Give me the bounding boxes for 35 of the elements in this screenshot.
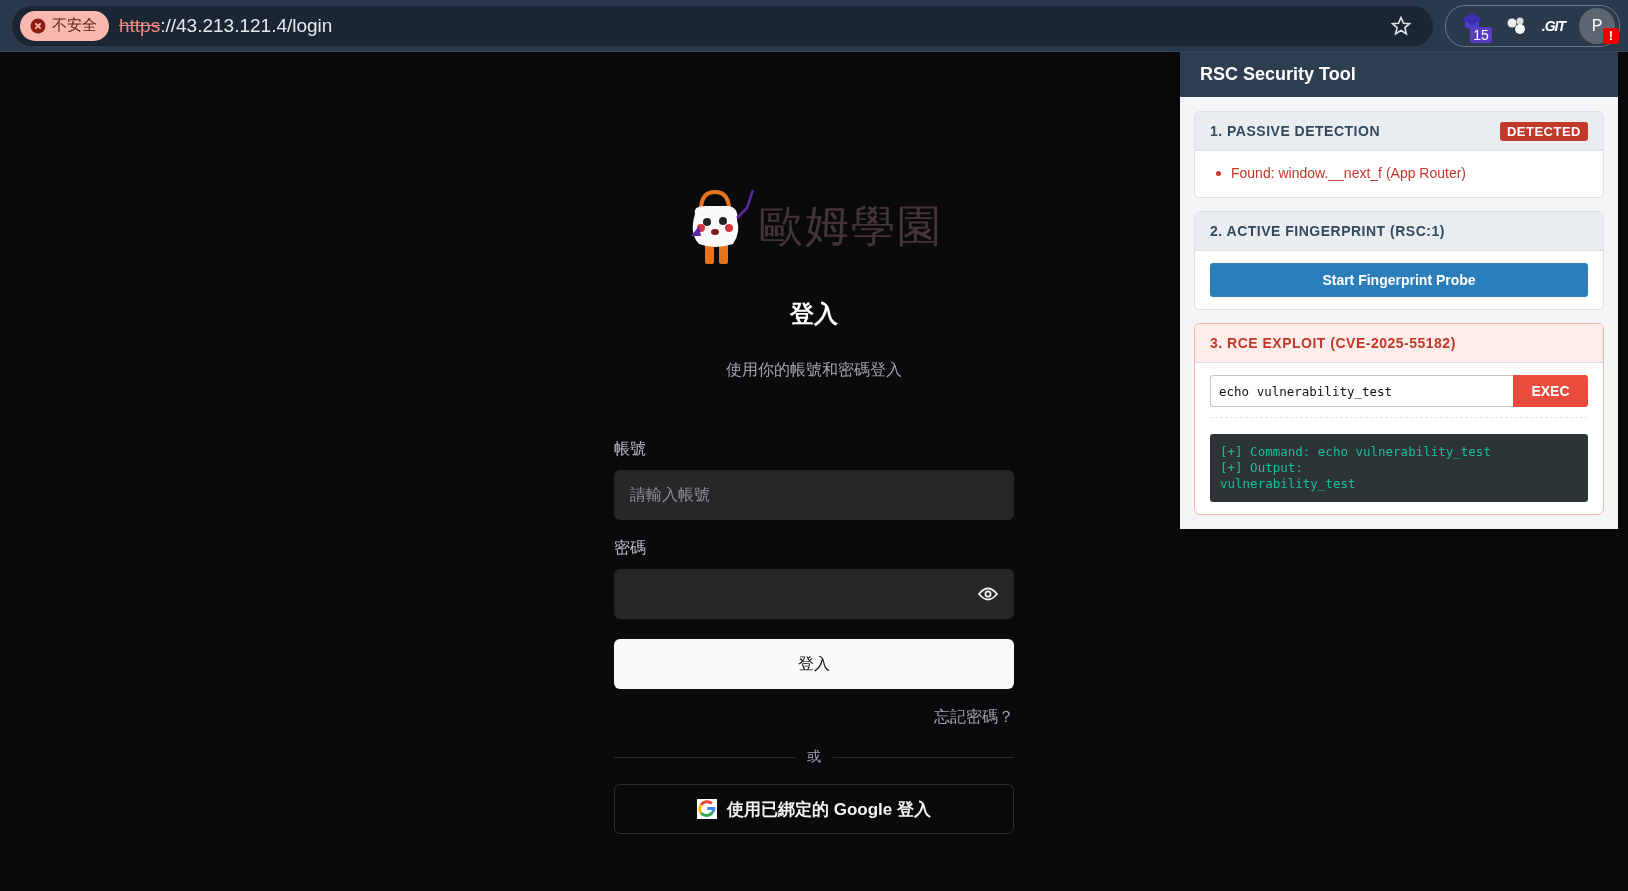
- finding-text: Found: window.__next_f (App Router): [1231, 165, 1467, 181]
- field-label: 帳號: [614, 439, 647, 459]
- status-badge: DETECTED: [1499, 121, 1588, 141]
- alert-badge: !: [1603, 27, 1619, 44]
- logo-text: 歐姆學園: [759, 199, 943, 252]
- google-icon: [697, 799, 717, 819]
- extension-button[interactable]: 15: [1457, 10, 1492, 41]
- security-chip[interactable]: 不安全: [20, 10, 109, 41]
- eye-icon[interactable]: [978, 587, 998, 601]
- bubbles-icon[interactable]: [1505, 15, 1528, 36]
- password-field[interactable]: [614, 569, 1014, 619]
- section-heading: 2. ACTIVE FINGERPRINT (RSC:1): [1210, 223, 1445, 239]
- login-button[interactable]: 登入: [614, 639, 1014, 689]
- command-field[interactable]: echo vulnerability_test: [1210, 375, 1513, 407]
- forgot-password-link[interactable]: 忘記密碼？: [934, 707, 1014, 728]
- output-line: vulnerability_test: [1220, 476, 1357, 492]
- probe-button[interactable]: Start Fingerprint Probe: [1210, 263, 1588, 297]
- subtitle: 使用你的帳號和密碼登入: [725, 360, 903, 380]
- google-login-button[interactable]: 使用已綁定的 Google 登入: [614, 784, 1014, 834]
- bullet-icon: [1216, 170, 1221, 176]
- popup-title: RSC Security Tool: [1200, 64, 1356, 85]
- output-line: [+] Command: echo vulnerability_test: [1220, 444, 1492, 460]
- output-line: [+] Output:: [1220, 460, 1304, 476]
- exec-button[interactable]: EXEC: [1513, 375, 1588, 407]
- field-label: 密碼: [614, 538, 647, 558]
- error-icon: [30, 17, 46, 34]
- star-icon[interactable]: [1390, 15, 1411, 36]
- page-title: 登入: [789, 299, 839, 329]
- git-extension-button[interactable]: .GIT: [1541, 17, 1565, 34]
- section-heading: 3. RCE EXPLOIT (CVE-2025-55182): [1210, 335, 1456, 351]
- divider-text: 或: [807, 748, 821, 766]
- address-bar[interactable]: 不安全 https://43.213.121.4/login: [12, 5, 1433, 46]
- section-heading: 1. PASSIVE DETECTION: [1210, 123, 1380, 139]
- input-field[interactable]: 請輸入帳號: [614, 470, 1014, 520]
- url-text: https://43.213.121.4/login: [119, 14, 334, 37]
